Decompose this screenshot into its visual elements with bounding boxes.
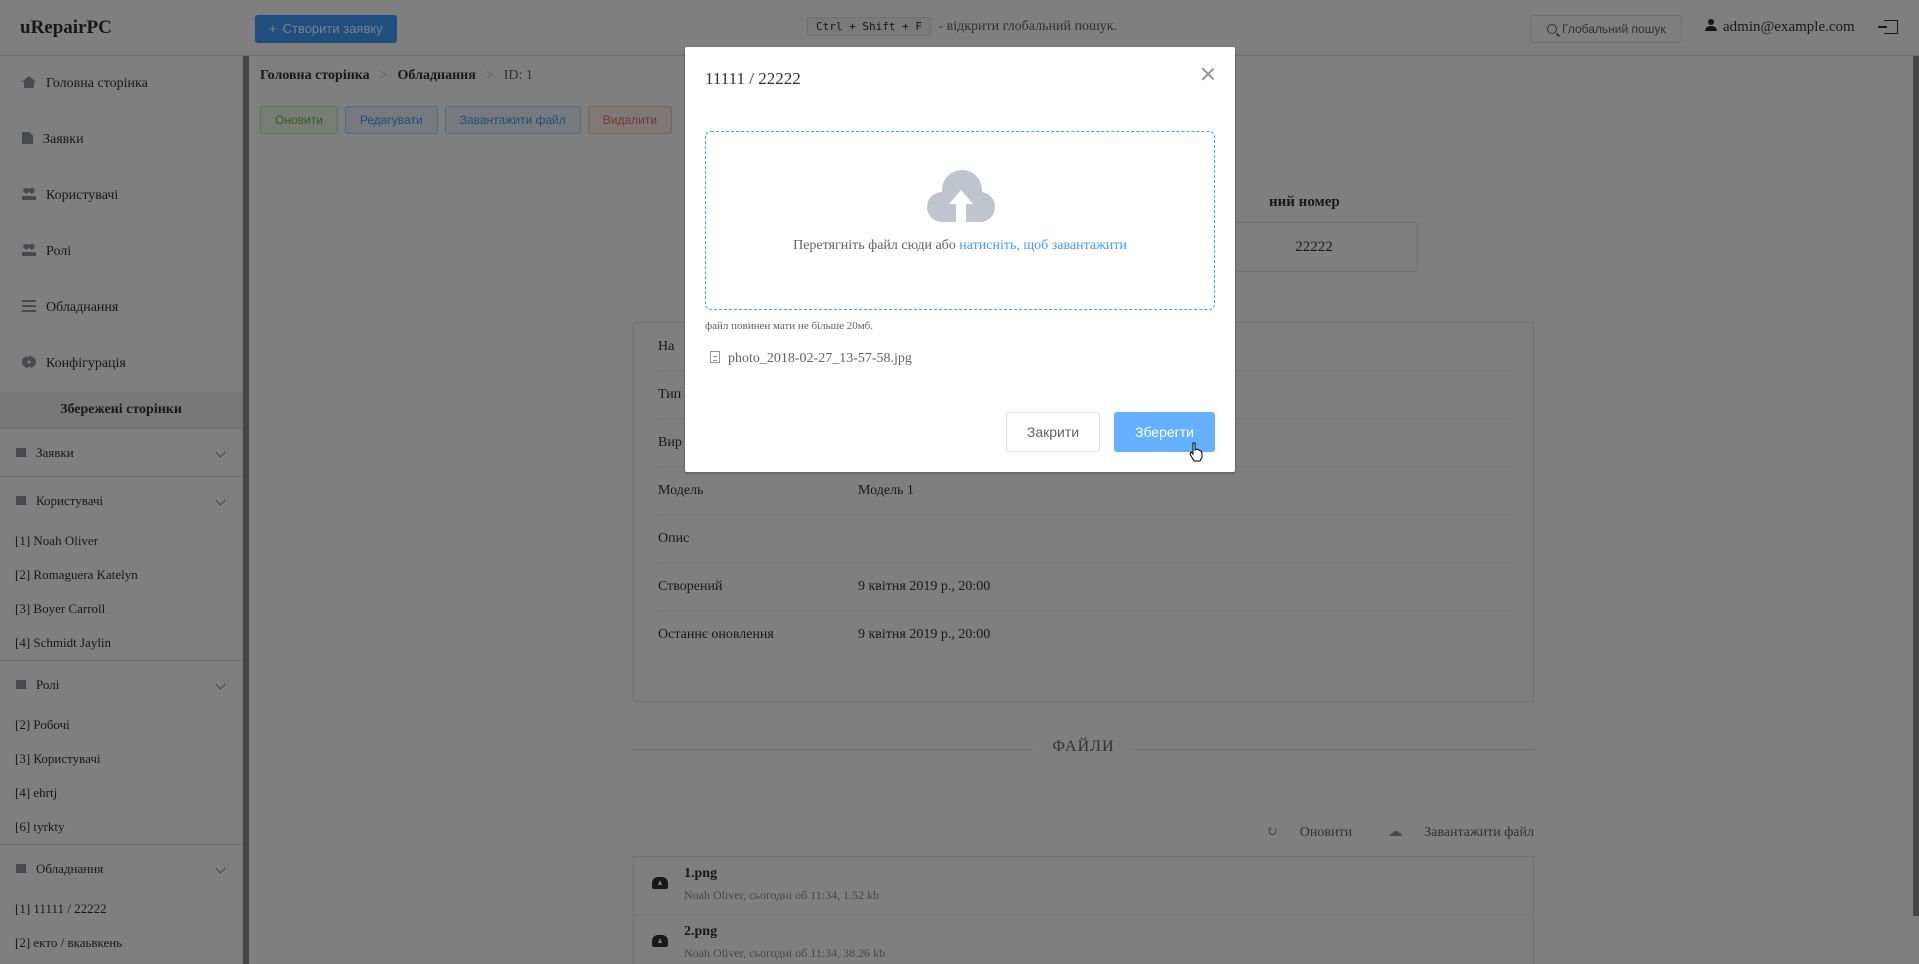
uploaded-file-item[interactable]: photo_2018-02-27_13-57-58.jpg	[710, 350, 912, 367]
upload-dialog: 11111 / 22222 Перетягніть файл сюди або …	[685, 47, 1235, 472]
dialog-title: 11111 / 22222	[705, 69, 801, 88]
close-icon[interactable]	[1201, 67, 1215, 81]
dropzone-click-link[interactable]: натисніть, щоб завантажити	[959, 238, 1127, 253]
file-icon	[710, 351, 720, 363]
cloud-upload-icon	[927, 170, 995, 222]
dropzone-text: Перетягніть файл сюди або натисніть, щоб…	[706, 238, 1214, 254]
close-button[interactable]: Закрити	[1006, 412, 1100, 452]
file-dropzone[interactable]: Перетягніть файл сюди або натисніть, щоб…	[705, 131, 1215, 310]
dropzone-instruction: Перетягніть файл сюди або	[793, 238, 960, 253]
pointer-cursor-icon	[1189, 442, 1203, 462]
uploaded-file-name: photo_2018-02-27_13-57-58.jpg	[728, 351, 912, 366]
upload-size-tip: файл повинен мати не більше 20мб.	[705, 320, 874, 332]
